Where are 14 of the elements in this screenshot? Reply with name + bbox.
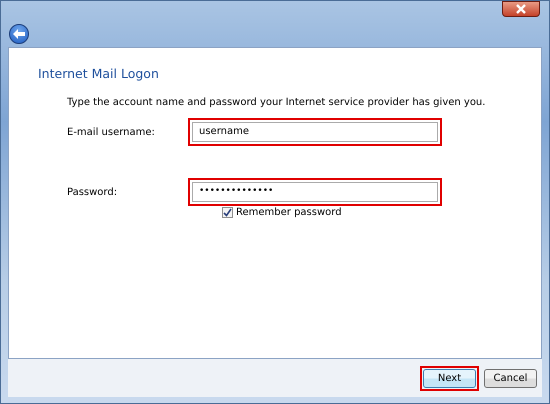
close-button[interactable] — [502, 1, 540, 17]
remember-checkbox[interactable] — [222, 207, 233, 218]
checkbox-label: Remember password — [236, 207, 342, 218]
back-arrow-icon — [12, 28, 26, 40]
instruction-text: Type the account name and password your Internet service provider has given you. — [67, 97, 486, 108]
password-field[interactable]: •••••••••••••• — [192, 182, 438, 202]
field-label: Password: — [67, 186, 118, 198]
dialog-button[interactable]: Cancel — [484, 368, 537, 388]
field-label: E-mail username: — [67, 126, 156, 138]
username-field[interactable]: username — [192, 122, 438, 142]
page-title: Internet Mail Logon — [38, 66, 160, 81]
back-button[interactable] — [9, 24, 29, 44]
dialog-button[interactable]: Next — [423, 368, 476, 388]
close-icon — [515, 4, 527, 14]
